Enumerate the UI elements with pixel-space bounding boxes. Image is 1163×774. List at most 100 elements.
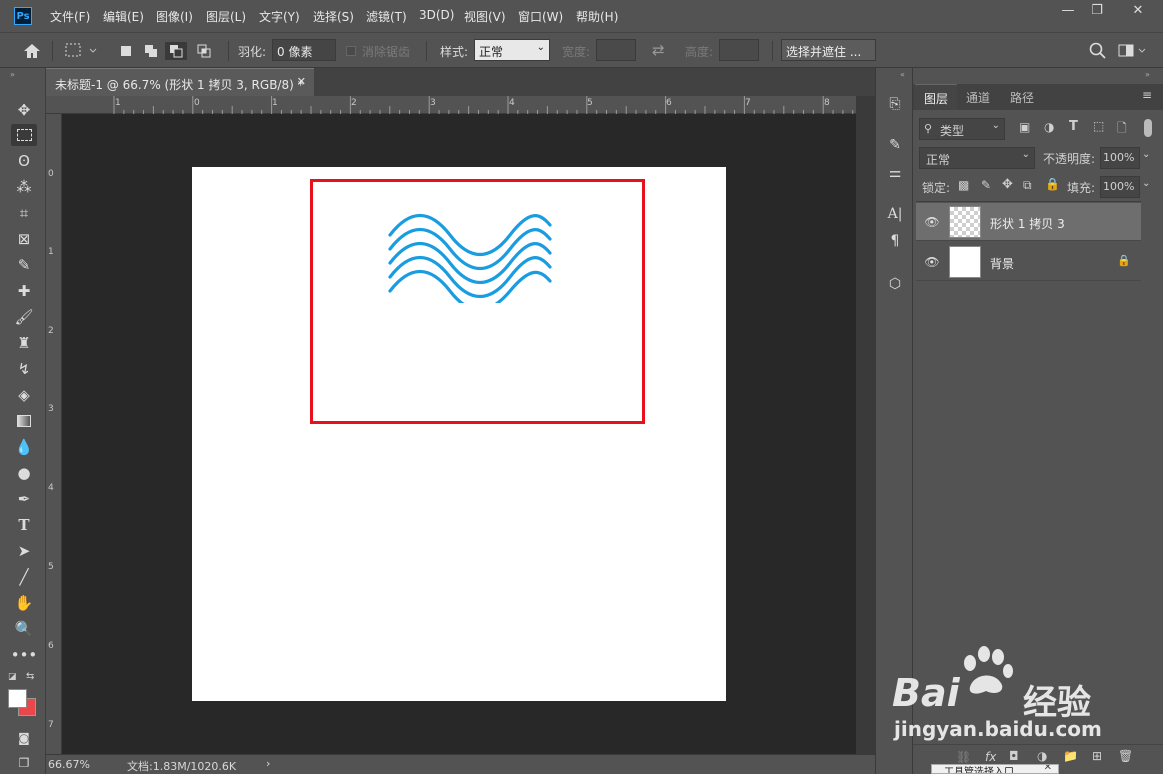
menu-select[interactable]: 选择(S) — [313, 8, 354, 25]
close-tab-icon[interactable]: ✕ — [297, 75, 306, 88]
ruler-label: 5 — [587, 98, 593, 108]
close-button[interactable]: ✕ — [1113, 0, 1163, 20]
tab-channels[interactable]: 通道 — [957, 84, 999, 110]
collapse-icon[interactable]: » — [10, 70, 15, 79]
lock-all-icon[interactable]: 🔒 — [1045, 177, 1060, 191]
dodge-tool-icon[interactable]: ● — [11, 462, 37, 484]
menu-type[interactable]: 文字(Y) — [259, 8, 300, 25]
blend-mode-select[interactable]: 正常 ⌄ — [919, 147, 1035, 169]
type-tool-icon[interactable]: T — [11, 514, 37, 536]
collapse-icon[interactable]: « — [900, 70, 905, 79]
restore-button[interactable]: ❐ — [1080, 0, 1114, 20]
zoom-tool-icon[interactable]: 🔍 — [11, 618, 37, 640]
menu-filter[interactable]: 滤镜(T) — [366, 8, 407, 25]
gradient-tool-icon[interactable] — [11, 410, 37, 432]
zoom-level[interactable]: 66.67% — [48, 758, 90, 771]
close-icon[interactable]: ✕ — [1044, 765, 1052, 773]
history-panel-icon[interactable]: ⎘ — [884, 93, 906, 115]
adjustment-filter-icon[interactable]: ◑ — [1044, 120, 1054, 134]
style-select[interactable]: 正常 ⌄ — [474, 39, 550, 61]
layer-row-background[interactable]: 👁 背景 🔒 — [916, 243, 1141, 281]
swap-icon[interactable]: ⇄ — [652, 41, 665, 59]
tab-paths[interactable]: 路径 — [1001, 84, 1043, 110]
crop-tool-icon[interactable]: ⌗ — [11, 202, 37, 224]
pen-tool-icon[interactable]: ✒ — [11, 488, 37, 510]
lock-artboard-icon[interactable]: ⧉ — [1023, 178, 1032, 193]
type-filter-icon[interactable]: T — [1069, 119, 1078, 134]
eraser-tool-icon[interactable]: ◈ — [11, 384, 37, 406]
fill-input[interactable]: 100% — [1100, 176, 1140, 198]
search-icon[interactable] — [1089, 42, 1107, 60]
lock-position-icon[interactable]: ✥ — [1002, 177, 1013, 192]
smart-object-filter-icon[interactable]: 🗋 — [1117, 119, 1127, 140]
quick-mask-icon[interactable]: ◙ — [11, 727, 37, 749]
filter-type-value: 类型 — [940, 124, 965, 138]
foreground-color-swatch[interactable] — [8, 689, 27, 708]
default-colors-icon[interactable]: ◪ — [8, 672, 17, 682]
menu-help[interactable]: 帮助(H) — [576, 8, 618, 25]
selection-mode-icons[interactable] — [119, 42, 219, 60]
lasso-tool-icon[interactable]: ʘ — [11, 150, 37, 172]
chevron-down-icon: ⌄ — [1021, 149, 1030, 160]
tools-panel: » ✥ ʘ ⁂ ⌗ ⊠ ✎ ✚ 🖌 ♜ ↯ ◈ 💧 ● ✒ T ➤ ╱ ✋ 🔍 … — [0, 68, 46, 774]
lock-transparent-icon[interactable]: ▩ — [958, 178, 969, 192]
tab-layers[interactable]: 图层 — [915, 84, 958, 110]
feather-input[interactable]: 0 像素 — [272, 39, 336, 61]
frame-tool-icon[interactable]: ⊠ — [11, 228, 37, 250]
menu-window[interactable]: 窗口(W) — [518, 8, 563, 25]
marquee-preset-icon[interactable] — [64, 42, 100, 60]
clone-stamp-tool-icon[interactable]: ♜ — [11, 332, 37, 354]
menu-layer[interactable]: 图层(L) — [206, 8, 246, 25]
swap-colors-icon[interactable]: ⇆ — [26, 671, 34, 682]
menu-file[interactable]: 文件(F) — [50, 8, 90, 25]
chevron-down-icon[interactable]: ⌄ — [1142, 149, 1150, 160]
status-menu-arrow-icon[interactable]: › — [266, 757, 270, 770]
height-input[interactable] — [719, 39, 759, 61]
workspace-icon[interactable] — [1118, 43, 1148, 59]
3d-panel-icon[interactable]: ⬡ — [884, 273, 906, 295]
healing-brush-tool-icon[interactable]: ✚ — [11, 280, 37, 302]
vertical-scrollbar[interactable] — [856, 96, 875, 754]
menu-image[interactable]: 图像(I) — [156, 8, 193, 25]
more-tools-icon[interactable]: ••• — [11, 644, 38, 666]
lock-image-icon[interactable]: ✎ — [981, 178, 991, 192]
quick-selection-tool-icon[interactable]: ⁂ — [11, 176, 37, 198]
divider — [426, 41, 427, 61]
eye-icon[interactable]: 👁 — [924, 255, 940, 269]
home-icon[interactable] — [22, 42, 42, 60]
menu-edit[interactable]: 编辑(E) — [103, 8, 144, 25]
shape-filter-icon[interactable]: ⬚ — [1093, 119, 1104, 133]
blur-tool-icon[interactable]: 💧 — [11, 436, 37, 458]
document-tab[interactable]: 未标题-1 @ 66.7% (形状 1 拷贝 3, RGB/8) * ✕ — [46, 68, 314, 96]
chevron-down-icon[interactable]: ⌄ — [1142, 178, 1150, 189]
history-brush-tool-icon[interactable]: ↯ — [11, 358, 37, 380]
select-and-mask-button[interactable]: 选择并遮住 ... — [781, 39, 876, 61]
menu-view[interactable]: 视图(V) — [464, 8, 506, 25]
character-panel-icon[interactable]: A| — [884, 203, 906, 225]
panel-menu-icon[interactable]: ≡ — [1142, 88, 1152, 102]
screen-mode-icon[interactable]: ❐ — [11, 752, 37, 774]
filter-toggle[interactable] — [1144, 119, 1152, 137]
hand-tool-icon[interactable]: ✋ — [11, 592, 37, 614]
baidu-watermark: Bai 经验 jingyan.baidu.com — [888, 645, 1158, 755]
adjustments-panel-icon[interactable]: ⚌ — [884, 162, 906, 184]
menu-3d[interactable]: 3D(D) — [419, 8, 454, 22]
layer-row-shape[interactable]: 👁 形状 1 拷贝 3 — [916, 203, 1141, 241]
filter-type-select[interactable]: ⚲ 类型 ⌄ — [919, 118, 1005, 140]
status-bar: 66.67% 文档:1.83M/1020.6K › — [46, 754, 875, 774]
antialias-checkbox[interactable] — [346, 46, 356, 56]
line-tool-icon[interactable]: ╱ — [11, 566, 37, 588]
ruler-label: 3 — [430, 98, 436, 108]
brush-settings-icon[interactable]: ✎ — [884, 134, 906, 156]
image-filter-icon[interactable]: ▣ — [1019, 120, 1030, 134]
brush-tool-icon[interactable]: 🖌 — [11, 306, 37, 328]
opacity-input[interactable]: 100% — [1100, 147, 1140, 169]
move-tool-icon[interactable]: ✥ — [11, 99, 37, 121]
eyedropper-tool-icon[interactable]: ✎ — [11, 254, 37, 276]
eye-icon[interactable]: 👁 — [924, 215, 940, 229]
width-input[interactable] — [596, 39, 636, 61]
paragraph-panel-icon[interactable]: ¶ — [884, 230, 906, 252]
marquee-tool-icon[interactable] — [11, 124, 37, 146]
expand-icon[interactable]: » — [1145, 70, 1150, 79]
path-selection-tool-icon[interactable]: ➤ — [11, 540, 37, 562]
